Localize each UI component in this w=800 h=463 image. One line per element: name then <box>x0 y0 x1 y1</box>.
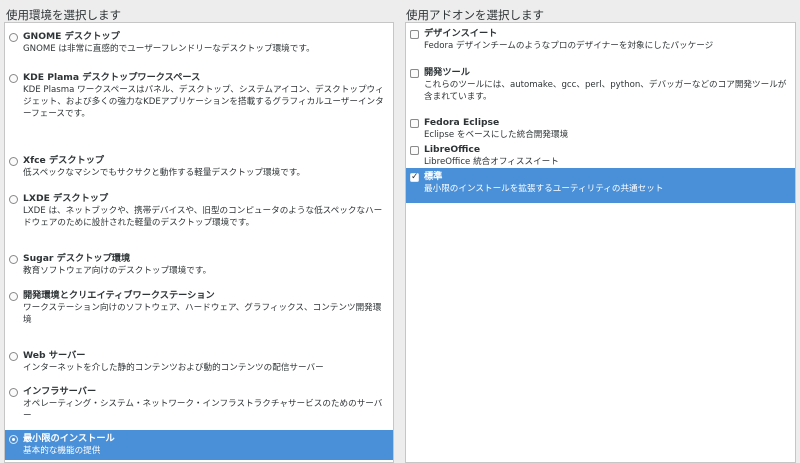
env-item-title: KDE Plama デスクトップワークスペース <box>23 72 201 83</box>
radio-button[interactable] <box>9 33 18 42</box>
addon-item-desc: これらのツールには、automake、gcc、perl、python、デバッガー… <box>424 80 787 102</box>
env-item-desc: 教育ソフトウェア向けのデスクトップ環境です。 <box>23 266 212 276</box>
env-item-desc: LXDE は、ネットブックや、携帯デバイスや、旧型のコンピュータのような低スペッ… <box>23 206 383 228</box>
env-item-title: 開発環境とクリエイティブワークステーション <box>23 290 215 301</box>
env-item-desc: オペレーティング・システム・ネットワーク・インフラストラクチャサービスのためのサ… <box>23 399 383 421</box>
addon-item-design-suite[interactable]: デザインスイート Fedora デザインチームのようなプロのデザイナーを対象にし… <box>406 25 795 52</box>
radio-button[interactable] <box>9 74 18 83</box>
addon-item-desc: LibreOffice 統合オフィススイート <box>424 157 559 167</box>
checkmark-icon: ✓ <box>411 172 419 182</box>
addon-item-title: 開発ツール <box>424 67 470 78</box>
env-item-desc: 基本的な機能の提供 <box>23 446 101 456</box>
env-item-title: インフラサーバー <box>23 386 97 397</box>
addon-item-title: デザインスイート <box>424 28 498 39</box>
addon-item-fedora-eclipse[interactable]: Fedora Eclipse Eclipse をベースにした統合開発環境 <box>406 114 795 141</box>
env-item-xfce[interactable]: Xfce デスクトップ 低スペックなマシンでもサクサクと動作する軽量デスクトップ… <box>5 152 393 179</box>
addon-item-title: LibreOffice <box>424 144 481 155</box>
checkbox[interactable] <box>410 30 419 39</box>
addons-list[interactable]: デザインスイート Fedora デザインチームのようなプロのデザイナーを対象にし… <box>405 22 796 463</box>
env-item-web-server[interactable]: Web サーバー インターネットを介した静的コンテンツおよび動的コンテンツの配信… <box>5 347 393 374</box>
env-item-desc: 低スペックなマシンでもサクサクと動作する軽量デスクトップ環境です。 <box>23 168 306 178</box>
environment-list[interactable]: GNOME デスクトップ GNOME は非常に直感的でユーザーフレンドリーなデス… <box>4 22 394 463</box>
radio-button[interactable] <box>9 352 18 361</box>
radio-button-selected[interactable] <box>9 435 18 444</box>
env-item-gnome[interactable]: GNOME デスクトップ GNOME は非常に直感的でユーザーフレンドリーなデス… <box>5 28 393 55</box>
env-item-title: Xfce デスクトップ <box>23 155 105 166</box>
env-item-desc: GNOME は非常に直感的でユーザーフレンドリーなデスクトップ環境です。 <box>23 44 315 54</box>
addon-item-title: 標準 <box>424 171 443 182</box>
radio-button[interactable] <box>9 388 18 397</box>
addon-item-libreoffice[interactable]: LibreOffice LibreOffice 統合オフィススイート <box>406 141 795 168</box>
env-item-desc: インターネットを介した静的コンテンツおよび動的コンテンツの配信サーバー <box>23 363 324 373</box>
env-item-lxde[interactable]: LXDE デスクトップ LXDE は、ネットブックや、携帯デバイスや、旧型のコン… <box>5 190 393 229</box>
env-item-sugar[interactable]: Sugar デスクトップ環境 教育ソフトウェア向けのデスクトップ環境です。 <box>5 250 393 277</box>
addon-item-title: Fedora Eclipse <box>424 117 500 128</box>
env-item-title: Web サーバー <box>23 350 86 361</box>
addon-item-desc: Eclipse をベースにした統合開発環境 <box>424 130 569 140</box>
addon-item-standard[interactable]: ✓ 標準 最小限のインストールを拡張するユーティリティの共通セット <box>406 168 795 203</box>
env-item-title: Sugar デスクトップ環境 <box>23 253 131 264</box>
env-item-title: LXDE デスクトップ <box>23 193 109 204</box>
environment-heading: 使用環境を選択します <box>6 8 121 22</box>
env-item-infra-server[interactable]: インフラサーバー オペレーティング・システム・ネットワーク・インフラストラクチャ… <box>5 383 393 422</box>
env-item-dev-creative[interactable]: 開発環境とクリエイティブワークステーション ワークステーション向けのソフトウェア… <box>5 287 393 326</box>
addons-heading: 使用アドオンを選択します <box>406 8 544 22</box>
radio-button[interactable] <box>9 255 18 264</box>
checkbox-checked[interactable]: ✓ <box>410 172 419 182</box>
env-item-kde[interactable]: KDE Plama デスクトップワークスペース KDE Plasma ワークスペ… <box>5 69 393 120</box>
checkbox[interactable] <box>410 119 419 128</box>
env-item-title: GNOME デスクトップ <box>23 31 120 42</box>
addon-item-desc: Fedora デザインチームのようなプロのデザイナーを対象にしたパッケージ <box>424 41 714 51</box>
radio-button[interactable] <box>9 195 18 204</box>
env-item-minimal[interactable]: 最小限のインストール 基本的な機能の提供 <box>5 430 393 460</box>
addon-item-desc: 最小限のインストールを拡張するユーティリティの共通セット <box>424 184 664 194</box>
env-item-desc: ワークステーション向けのソフトウェア、ハードウェア、グラフィックス、コンテンツ開… <box>23 303 382 325</box>
checkbox[interactable] <box>410 69 419 78</box>
env-item-desc: KDE Plasma ワークスペースはパネル、デスクトップ、システムアイコン、デ… <box>23 85 384 119</box>
radio-button[interactable] <box>9 292 18 301</box>
radio-button[interactable] <box>9 157 18 166</box>
env-item-title: 最小限のインストール <box>23 433 115 444</box>
addon-item-dev-tools[interactable]: 開発ツール これらのツールには、automake、gcc、perl、python… <box>406 64 795 103</box>
checkbox[interactable] <box>410 146 419 155</box>
